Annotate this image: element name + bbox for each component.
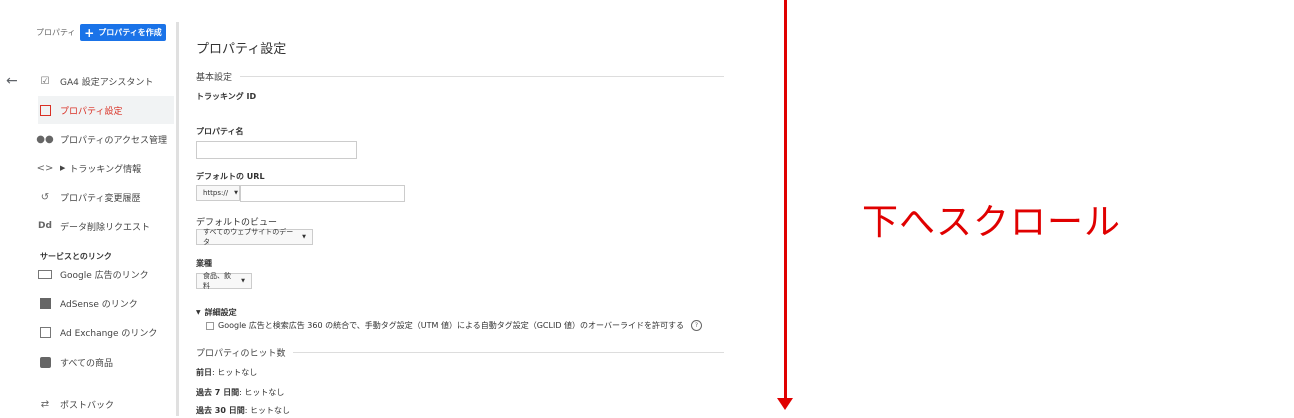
sidebar-item-adexchange-link[interactable]: Ad Exchange のリンク [38, 318, 174, 346]
industry-value: 食品、飲料 [203, 272, 231, 290]
default-url-input[interactable] [240, 185, 405, 202]
sidebar-item-adsense-link[interactable]: AdSense のリンク [38, 289, 174, 317]
window-icon [38, 104, 52, 116]
property-name-input[interactable] [196, 141, 357, 159]
section-divider [240, 76, 724, 77]
advanced-settings-label: 詳細設定 [204, 308, 237, 317]
industry-label: 業種 [196, 259, 212, 268]
postback-icon: ⇄ [40, 398, 50, 410]
hits-value: ヒットなし [244, 388, 285, 397]
chevron-down-icon: ▼ [234, 190, 238, 196]
chevron-down-icon: ▼ [302, 234, 306, 240]
advanced-settings-toggle[interactable]: ▼ 詳細設定 [196, 307, 237, 318]
sidebar-item-label: トラッキング情報 [69, 164, 142, 175]
sidebar-item-label: プロパティ設定 [60, 106, 123, 117]
sidebar-item-postback[interactable]: ⇄ ポストバック [38, 390, 174, 418]
sidebar-item-label: プロパティのアクセス管理 [60, 135, 168, 146]
create-property-button[interactable]: + プロパティを作成 [80, 24, 166, 41]
default-url-label: デフォルトの URL [196, 172, 265, 181]
sidebar-item-label: プロパティ変更履歴 [60, 193, 141, 204]
sidebar-item-all-products[interactable]: すべての商品 [38, 348, 174, 376]
sidebar-item-label: Ad Exchange のリンク [60, 328, 158, 339]
hits-value: ヒットなし [217, 368, 258, 377]
override-checkbox[interactable] [206, 321, 214, 330]
hits-section-heading: プロパティのヒット数 [196, 346, 724, 359]
scroll-arrow-head-icon [777, 398, 793, 410]
hits-row: 前日: ヒットなし [196, 368, 258, 377]
back-arrow-icon[interactable]: ← [6, 73, 18, 89]
protocol-select[interactable]: https:// ▼ [196, 185, 240, 201]
hits-row: 過去 7 日間: ヒットなし [196, 388, 285, 397]
sidebar-item-change-history[interactable]: ↺ プロパティ変更履歴 [38, 183, 174, 211]
industry-select[interactable]: 食品、飲料 ▼ [196, 272, 252, 290]
checkbox-icon: ☑ [40, 75, 50, 87]
page-title: プロパティ設定 [196, 42, 287, 57]
hits-section-label: プロパティのヒット数 [196, 349, 286, 359]
history-icon: ↺ [40, 191, 50, 203]
sidebar-item-label: ポストバック [60, 400, 115, 411]
hits-period: 過去 30 日間 [196, 406, 245, 415]
sidebar-item-label: GA4 設定アシスタント [60, 77, 154, 88]
collapse-triangle-icon: ▼ [196, 309, 201, 316]
plus-icon: + [84, 25, 95, 40]
adexchange-icon [38, 326, 52, 338]
chevron-down-icon: ▼ [241, 278, 245, 284]
products-icon [38, 356, 52, 368]
ads-icon [38, 269, 52, 279]
property-name-label: プロパティ名 [196, 127, 244, 136]
code-icon: <> [36, 162, 54, 174]
hits-row: 過去 30 日間: ヒットなし [196, 406, 290, 415]
sidebar-item-label: Google 広告のリンク [60, 270, 149, 281]
sidebar-item-data-deletion[interactable]: Dd データ削除リクエスト [38, 212, 174, 240]
default-view-value: すべてのウェブサイトのデータ [203, 228, 294, 246]
sidebar-item-property-settings[interactable]: プロパティ設定 [38, 96, 174, 124]
sidebar-item-tracking-info[interactable]: <> ▶ トラッキング情報 [36, 154, 174, 182]
scroll-down-annotation: 下へスクロール [862, 202, 1122, 243]
override-checkbox-label: Google 広告と検索広告 360 の統合で、手動タグ設定（UTM 値）による… [218, 321, 684, 330]
help-icon[interactable]: ? [690, 320, 702, 331]
sidebar-item-ga4-assistant[interactable]: ☑ GA4 設定アシスタント [38, 67, 174, 95]
hits-period: 過去 7 日間 [196, 388, 240, 397]
default-view-select[interactable]: すべてのウェブサイトのデータ ▼ [196, 228, 313, 246]
basic-settings-label: 基本設定 [196, 73, 233, 83]
sidebar-item-label: すべての商品 [60, 358, 114, 369]
sidebar-item-access-management[interactable]: ●● プロパティのアクセス管理 [36, 125, 174, 153]
protocol-value: https:// [203, 189, 229, 197]
override-option: Google 広告と検索広告 360 の統合で、手動タグ設定（UTM 値）による… [206, 320, 702, 331]
sidebar-divider [176, 22, 179, 416]
people-icon: ●● [36, 133, 54, 145]
basic-settings-heading: 基本設定 [196, 70, 724, 83]
adsense-icon [38, 297, 52, 309]
expand-triangle-icon: ▶ [60, 164, 66, 172]
property-label: プロパティ [36, 28, 76, 37]
dd-icon: Dd [38, 221, 52, 231]
create-property-label: プロパティを作成 [98, 28, 162, 37]
sidebar-item-google-ads-link[interactable]: Google 広告のリンク [38, 260, 174, 288]
tracking-id-label: トラッキング ID [196, 92, 257, 101]
section-divider [293, 352, 724, 353]
sidebar-item-label: データ削除リクエスト [60, 222, 151, 233]
sidebar-item-label: AdSense のリンク [60, 299, 138, 310]
scroll-arrow-shaft [784, 0, 787, 402]
hits-value: ヒットなし [249, 406, 290, 415]
hits-period: 前日 [196, 368, 212, 377]
